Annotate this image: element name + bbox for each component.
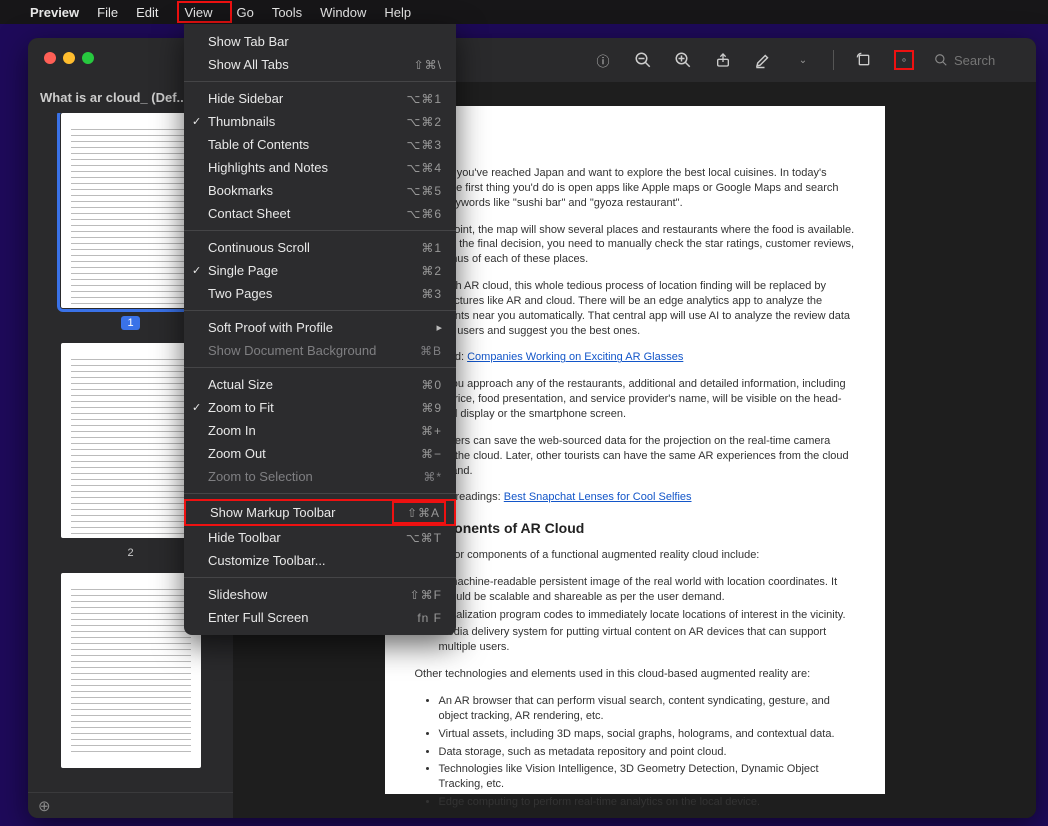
zoom-window-button[interactable] (82, 52, 94, 64)
thumbnail-page-1[interactable]: document.write(Array.from({length:30},(_… (61, 113, 201, 308)
preview-window: What is ar cloud_ (Def... document.write… (28, 38, 1036, 818)
list-item: An AR browser that can perform visual se… (439, 694, 855, 724)
menu-soft-proof[interactable]: Soft Proof with Profile▸ (184, 316, 456, 339)
body-text: Related readings: Best Snapchat Lenses f… (415, 490, 855, 505)
info-icon[interactable]: ⓘ (593, 50, 613, 70)
chevron-down-icon[interactable]: ⌄ (793, 50, 813, 70)
rotate-icon[interactable] (854, 50, 874, 70)
menu-zoom-out[interactable]: Zoom Out⌘− (184, 442, 456, 465)
edit-menu[interactable]: Edit (136, 5, 158, 20)
list-item: Virtual assets, including 3D maps, socia… (439, 727, 855, 742)
file-menu[interactable]: File (97, 5, 118, 20)
close-window-button[interactable] (44, 52, 56, 64)
menu-bookmarks[interactable]: Bookmarks⌥⌘5 (184, 179, 456, 202)
menu-table-of-contents[interactable]: Table of Contents⌥⌘3 (184, 133, 456, 156)
menu-hide-toolbar[interactable]: Hide Toolbar⌥⌘T (184, 526, 456, 549)
menu-slideshow[interactable]: Slideshow⇧⌘F (184, 583, 456, 606)
chevron-right-icon: ▸ (436, 321, 442, 334)
menu-show-tab-bar[interactable]: Show Tab Bar (184, 30, 456, 53)
search-input[interactable] (954, 53, 1024, 68)
list-item: A machine-readable persistent image of t… (439, 575, 855, 605)
menu-show-doc-background: Show Document Background⌘B (184, 339, 456, 362)
zoom-in-icon[interactable] (673, 50, 693, 70)
link-snapchat-lenses[interactable]: Best Snapchat Lenses for Cool Selfies (504, 491, 692, 503)
checkmark-icon: ✓ (192, 264, 201, 277)
thumbnail-page-3[interactable]: document.write(Array.from({length:28},(_… (61, 573, 201, 768)
page-number-1: 1 (121, 316, 139, 330)
menu-zoom-in[interactable]: Zoom In⌘+ (184, 419, 456, 442)
menu-single-page[interactable]: ✓Single Page⌘2 (184, 259, 456, 282)
markup-icon[interactable] (894, 50, 914, 70)
help-menu[interactable]: Help (384, 5, 411, 20)
menu-contact-sheet[interactable]: Contact Sheet⌥⌘6 (184, 202, 456, 225)
section-heading: Components of AR Cloud (415, 519, 855, 538)
menu-thumbnails[interactable]: ✓Thumbnails⌥⌘2 (184, 110, 456, 133)
technologies-list: An AR browser that can perform visual se… (439, 694, 855, 810)
menu-enter-full-screen[interactable]: Enter Full Screenfn F (184, 606, 456, 629)
list-item: Edge computing to perform real-time anal… (439, 795, 855, 810)
view-menu-dropdown: Show Tab Bar Show All Tabs⇧⌘\ Hide Sideb… (184, 24, 456, 635)
body-text: Other technologies and elements used in … (415, 667, 855, 682)
body-text: When you approach any of the restaurants… (415, 377, 855, 422)
list-item: Data storage, such as metadata repositor… (439, 745, 855, 760)
body-text: At this point, the map will show several… (415, 223, 855, 268)
minimize-window-button[interactable] (63, 52, 75, 64)
body-text: Also read: Companies Working on Exciting… (415, 350, 855, 365)
menu-zoom-to-selection: Zoom to Selection⌘* (184, 465, 456, 488)
components-list: A machine-readable persistent image of t… (439, 575, 855, 655)
list-item: Localization program codes to immediatel… (439, 608, 855, 623)
go-menu[interactable]: Go (236, 5, 253, 20)
checkmark-icon: ✓ (192, 401, 201, 414)
toolbar-divider (833, 50, 834, 70)
menu-customize-toolbar[interactable]: Customize Toolbar... (184, 549, 456, 572)
tools-menu[interactable]: Tools (272, 5, 302, 20)
window-menu[interactable]: Window (320, 5, 366, 20)
zoom-out-icon[interactable] (633, 50, 653, 70)
search-field[interactable] (934, 53, 1024, 68)
shortcut-highlight (392, 501, 446, 524)
app-menu[interactable]: Preview (30, 5, 79, 20)
menu-highlights-notes[interactable]: Highlights and Notes⌥⌘4 (184, 156, 456, 179)
menu-zoom-to-fit[interactable]: ✓Zoom to Fit⌘9 (184, 396, 456, 419)
body-text: Now, with AR cloud, this whole tedious p… (415, 279, 855, 338)
list-item: Technologies like Vision Intelligence, 3… (439, 762, 855, 792)
view-menu[interactable]: View (177, 1, 233, 23)
body-text: The major components of a functional aug… (415, 548, 855, 563)
sidebar-footer: ⊕ (28, 792, 233, 818)
menu-show-all-tabs[interactable]: Show All Tabs⇧⌘\ (184, 53, 456, 76)
menu-hide-sidebar[interactable]: Hide Sidebar⌥⌘1 (184, 87, 456, 110)
body-text: Developers can save the web-sourced data… (415, 434, 855, 479)
menu-continuous-scroll[interactable]: Continuous Scroll⌘1 (184, 236, 456, 259)
body-text: Imagine you've reached Japan and want to… (415, 166, 855, 211)
share-icon[interactable] (713, 50, 733, 70)
add-page-icon[interactable]: ⊕ (38, 797, 51, 815)
page-number-2: 2 (127, 547, 133, 559)
thumbnail-page-2[interactable]: document.write(Array.from({length:30},(_… (61, 343, 201, 538)
search-icon (934, 53, 948, 67)
pdf-page: Imagine you've reached Japan and want to… (385, 106, 885, 794)
menu-actual-size[interactable]: Actual Size⌘0 (184, 373, 456, 396)
menu-two-pages[interactable]: Two Pages⌘3 (184, 282, 456, 305)
menu-show-markup-toolbar[interactable]: Show Markup Toolbar ⇧⌘A (184, 499, 456, 526)
checkmark-icon: ✓ (192, 115, 201, 128)
list-item: Media delivery system for putting virtua… (439, 625, 855, 655)
highlight-icon[interactable] (753, 50, 773, 70)
link-ar-glasses[interactable]: Companies Working on Exciting AR Glasses (467, 351, 683, 363)
macos-menubar: Preview File Edit View Go Tools Window H… (0, 0, 1048, 24)
